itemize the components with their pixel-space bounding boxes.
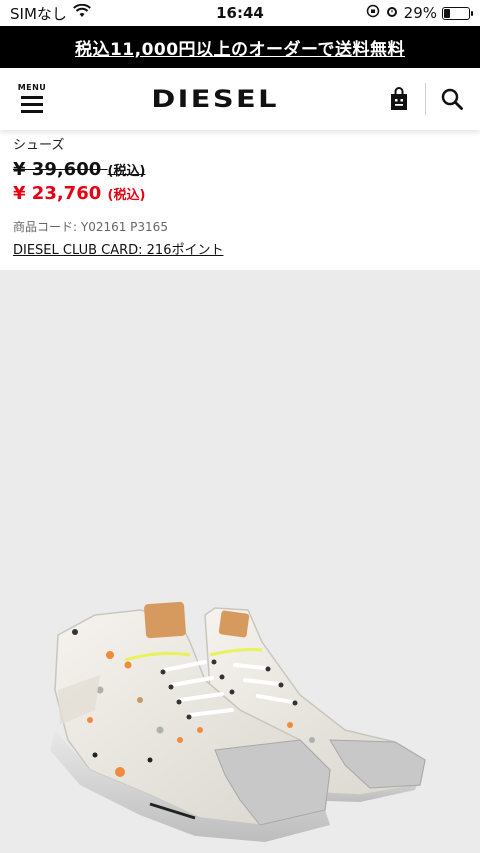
sale-price-tax: (税込) (107, 188, 146, 203)
status-right: 29% (366, 4, 473, 22)
promo-text[interactable]: 税込11,000円以上のオーダーで送料無料 (75, 35, 405, 60)
original-price-tax: (税込) (107, 164, 146, 179)
sale-price-value: ¥ 23,760 (13, 183, 102, 204)
diesel-logo[interactable]: DIESEL (152, 85, 279, 113)
alarm-icon (385, 4, 399, 22)
menu-button[interactable]: MENU (17, 83, 47, 115)
product-info: シューズ ¥ 39,600 (税込) ¥ 23,760 (税込) 商品コード: … (13, 130, 467, 258)
battery-icon (442, 6, 473, 20)
product-image[interactable] (0, 270, 480, 853)
promo-banner[interactable]: 税込11,000円以上のオーダーで送料無料 (0, 26, 480, 68)
menu-label: MENU (17, 83, 47, 92)
menu-icon-bar (21, 96, 43, 99)
menu-icon-bar (21, 110, 43, 113)
sale-price: ¥ 23,760 (税込) (13, 183, 467, 204)
sneaker-image (50, 601, 426, 842)
header-divider (425, 83, 426, 115)
search-icon[interactable] (440, 87, 464, 111)
menu-icon-bar (21, 103, 43, 106)
header-actions (387, 83, 464, 115)
wifi-icon (73, 3, 91, 22)
orientation-lock-icon (366, 4, 380, 22)
club-card-link[interactable]: DIESEL CLUB CARD: 216ポイント (13, 239, 223, 258)
shopping-bag-icon[interactable] (387, 84, 411, 114)
site-header: MENU DIESEL (0, 68, 480, 130)
original-price-value: ¥ 39,600 (13, 159, 102, 180)
status-bar: SIMなし 16:44 29% (0, 0, 480, 26)
product-category: シューズ (13, 138, 65, 153)
carrier-label: SIMなし (10, 4, 67, 23)
battery-fill (444, 8, 450, 18)
product-code: 商品コード: Y02161 P3165 (13, 220, 168, 234)
original-price: ¥ 39,600 (税込) (13, 159, 467, 180)
status-left: SIMなし (10, 3, 91, 24)
battery-percent: 29% (403, 4, 437, 22)
